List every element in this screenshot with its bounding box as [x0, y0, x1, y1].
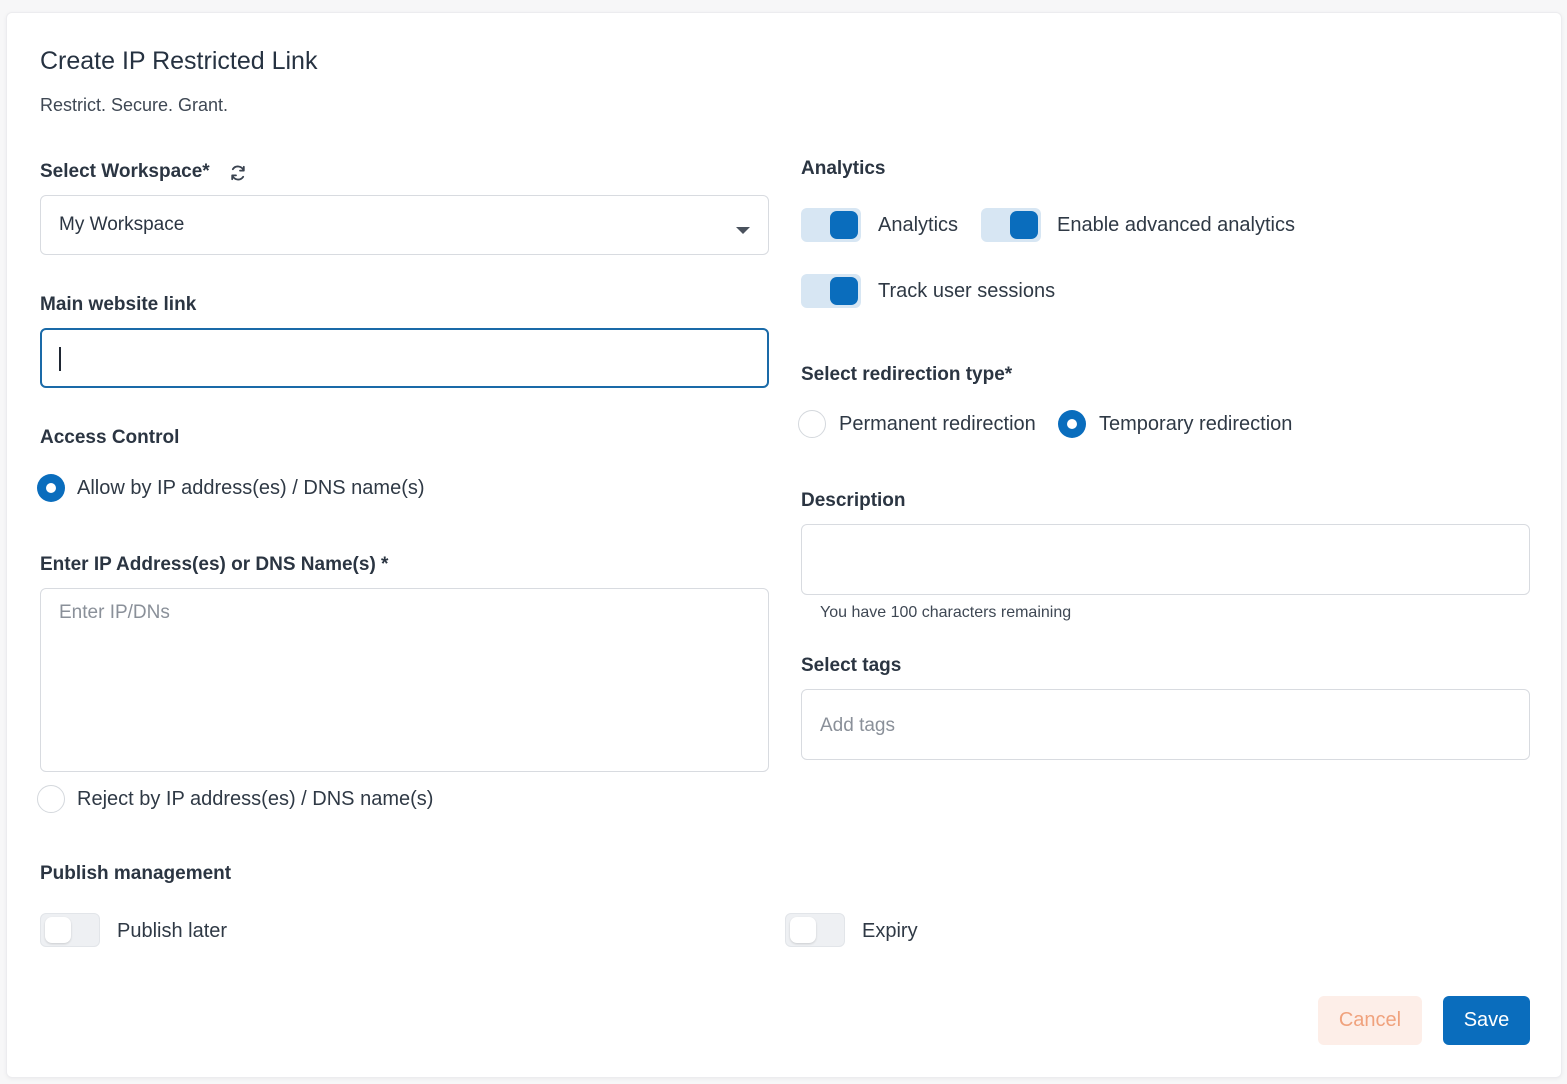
temporary-redirection-label[interactable]: Temporary redirection	[1099, 413, 1292, 436]
toggle-knob	[830, 277, 858, 305]
analytics-section-label: Analytics	[801, 158, 886, 179]
publish-later-label: Publish later	[117, 920, 228, 942]
temporary-redirection-radio[interactable]	[1058, 410, 1086, 438]
workspace-select[interactable]: My Workspace	[40, 195, 769, 255]
advanced-analytics-toggle[interactable]	[981, 208, 1041, 242]
tags-placeholder: Add tags	[820, 715, 895, 736]
permanent-redirection-label[interactable]: Permanent redirection	[839, 413, 1036, 436]
advanced-analytics-toggle-label: Enable advanced analytics	[1057, 214, 1295, 236]
track-sessions-toggle-label: Track user sessions	[878, 280, 1056, 302]
permanent-redirection-radio[interactable]	[798, 410, 826, 438]
ip-address-textarea[interactable]: Enter IP/DNs	[40, 588, 769, 772]
tags-label: Select tags	[801, 655, 902, 676]
description-textarea[interactable]	[801, 524, 1530, 595]
save-button[interactable]: Save	[1443, 996, 1530, 1045]
ip-address-label: Enter IP Address(es) or DNS Name(s) *	[40, 554, 389, 575]
reject-ip-radio[interactable]	[37, 785, 65, 813]
main-link-input[interactable]	[40, 328, 769, 388]
text-cursor	[59, 347, 61, 371]
reject-ip-label[interactable]: Reject by IP address(es) / DNS name(s)	[77, 788, 433, 811]
toggle-knob	[1010, 211, 1038, 239]
main-link-label: Main website link	[40, 294, 197, 315]
page-title: Create IP Restricted Link	[40, 47, 318, 75]
track-sessions-toggle[interactable]	[801, 274, 861, 308]
ip-address-placeholder: Enter IP/DNs	[59, 602, 170, 623]
description-helper-text: You have 100 characters remaining	[820, 604, 1072, 621]
create-link-card: Create IP Restricted Link Restrict. Secu…	[6, 12, 1562, 1078]
tags-input[interactable]: Add tags	[801, 689, 1530, 760]
analytics-toggle[interactable]	[801, 208, 861, 242]
allow-ip-radio[interactable]	[37, 474, 65, 502]
toggle-knob	[830, 211, 858, 239]
workspace-selected-value: My Workspace	[59, 214, 185, 235]
toggle-knob	[45, 917, 71, 943]
toggle-knob	[790, 917, 816, 943]
publish-management-label: Publish management	[40, 863, 232, 884]
redirection-label: Select redirection type*	[801, 364, 1013, 385]
caret-down-icon	[736, 222, 750, 234]
access-control-label: Access Control	[40, 427, 180, 448]
page-subtitle: Restrict. Secure. Grant.	[40, 95, 229, 115]
description-label: Description	[801, 490, 906, 511]
publish-later-toggle[interactable]	[40, 913, 100, 947]
analytics-toggle-label: Analytics	[878, 214, 959, 236]
allow-ip-label[interactable]: Allow by IP address(es) / DNS name(s)	[77, 477, 425, 500]
workspace-label: Select Workspace*	[40, 161, 210, 182]
refresh-icon[interactable]	[228, 163, 248, 183]
expiry-toggle[interactable]	[785, 913, 845, 947]
cancel-button[interactable]: Cancel	[1318, 996, 1422, 1045]
expiry-label: Expiry	[862, 920, 918, 942]
